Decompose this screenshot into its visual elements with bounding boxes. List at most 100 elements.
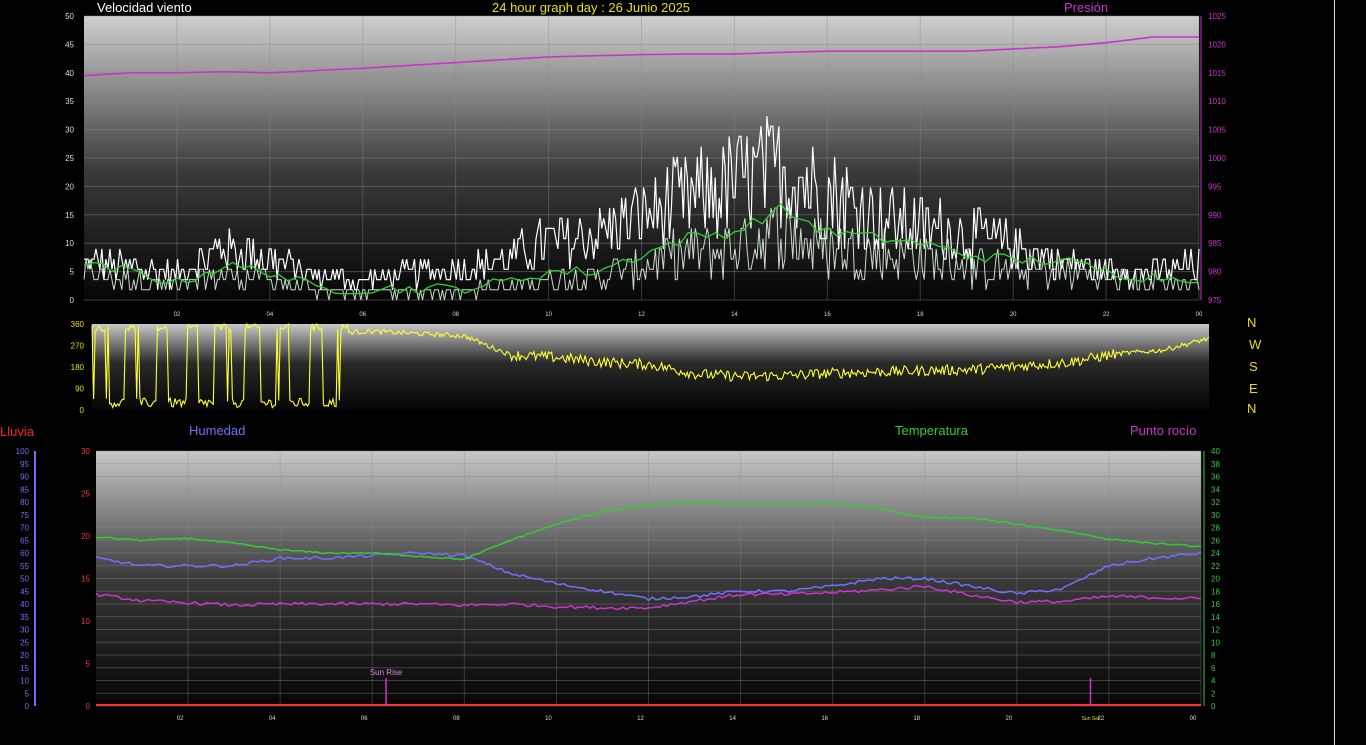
wind-x-tick-label: 04 xyxy=(266,312,273,318)
humidity-y-tick-label: 35 xyxy=(20,613,29,622)
direction-y-tick-label: 0 xyxy=(80,406,85,415)
temperature-y-tick-label: 34 xyxy=(1211,485,1220,494)
direction-y-tick-label: 90 xyxy=(75,385,84,394)
compass-e: E xyxy=(1249,381,1258,396)
temperature-y-tick-label: 40 xyxy=(1211,447,1220,456)
pressure-y-tick-label: 990 xyxy=(1208,211,1222,220)
climate-x-tick-label: 20 xyxy=(1005,716,1012,722)
climate-x-tick-label: 10 xyxy=(545,716,552,722)
compass-n-top: N xyxy=(1247,315,1257,330)
temperature-y-tick-label: 8 xyxy=(1211,651,1216,660)
temperature-y-tick-label: 0 xyxy=(1211,702,1216,711)
pressure-y-tick-label: 985 xyxy=(1208,239,1222,248)
compass-n-bottom: N xyxy=(1247,401,1257,416)
humidity-y-tick-label: 70 xyxy=(20,524,29,533)
humidity-y-tick-label: 30 xyxy=(20,626,29,635)
temperature-y-tick-label: 32 xyxy=(1211,498,1220,507)
direction-y-tick-label: 360 xyxy=(71,320,85,329)
wind-x-tick-label: 00 xyxy=(1196,312,1203,318)
wind-x-tick-label: 08 xyxy=(452,312,459,318)
wind-x-tick-label: 14 xyxy=(731,312,738,318)
humidity-y-tick-label: 0 xyxy=(25,702,30,711)
humidity-y-tick-label: 20 xyxy=(20,651,29,660)
temperature-y-tick-label: 36 xyxy=(1211,473,1220,482)
climate-x-tick-label: 02 xyxy=(177,716,184,722)
climate-x-tick-label: 14 xyxy=(729,716,736,722)
wind-x-tick-label: 16 xyxy=(824,312,831,318)
temperature-y-tick-label: 20 xyxy=(1211,575,1220,584)
climate-x-tick-label: 16 xyxy=(821,716,828,722)
temperature-title: Temperatura xyxy=(895,423,968,438)
wind-x-tick-label: 20 xyxy=(1010,312,1017,318)
wind-x-tick-label: 10 xyxy=(545,312,552,318)
pressure-y-tick-label: 1000 xyxy=(1208,154,1226,163)
climate-x-tick-label: 08 xyxy=(453,716,460,722)
wind-x-tick-label: 22 xyxy=(1103,312,1110,318)
humidity-y-tick-label: 15 xyxy=(20,664,29,673)
dewpoint-title: Punto rocío xyxy=(1130,423,1197,438)
humidity-y-tick-label: 50 xyxy=(20,575,29,584)
compass-w: W xyxy=(1249,337,1262,352)
temperature-y-tick-label: 14 xyxy=(1211,613,1220,622)
climate-x-tick-label: 04 xyxy=(269,716,276,722)
humidity-y-tick-label: 60 xyxy=(20,549,29,558)
wind-x-tick-label: 06 xyxy=(359,312,366,318)
sunrise-label: Sun Rise xyxy=(370,668,403,677)
climate-x-tick-label: 00 xyxy=(1190,716,1197,722)
wind-y-tick-label: 30 xyxy=(65,126,74,135)
pressure-y-tick-label: 975 xyxy=(1208,296,1222,305)
rain-y-tick-label: 10 xyxy=(81,617,90,626)
wind-speed-title: Velocidad viento xyxy=(97,0,192,15)
chart-date-title: 24 hour graph day : 26 Junio 2025 xyxy=(492,0,691,15)
pressure-y-tick-label: 980 xyxy=(1208,268,1222,277)
temperature-y-tick-label: 22 xyxy=(1211,562,1220,571)
wind-y-tick-label: 40 xyxy=(65,69,74,78)
rain-y-tick-label: 0 xyxy=(86,702,91,711)
temperature-y-tick-label: 6 xyxy=(1211,664,1216,673)
rain-title: Lluvia xyxy=(0,424,34,439)
humidity-title: Humedad xyxy=(189,423,246,438)
rain-y-tick-label: 20 xyxy=(81,532,90,541)
humidity-y-tick-label: 45 xyxy=(20,587,29,596)
temperature-y-tick-label: 4 xyxy=(1211,677,1216,686)
temperature-y-tick-label: 24 xyxy=(1211,549,1220,558)
right-edge-divider xyxy=(1334,0,1335,745)
temperature-y-tick-label: 16 xyxy=(1211,600,1220,609)
weather-graph-stage: 0 5 10 15 20 25 30 35 40 45 50 02 04 06 08 10 12 14 16 18 20… xyxy=(0,0,1366,745)
direction-y-tick-label: 270 xyxy=(71,342,85,351)
pressure-y-tick-label: 1025 xyxy=(1208,12,1226,21)
wind-x-tick-label: 02 xyxy=(174,312,181,318)
wind-y-tick-label: 10 xyxy=(65,239,74,248)
climate-x-tick-label: 12 xyxy=(637,716,644,722)
temperature-y-tick-label: 18 xyxy=(1211,587,1220,596)
humidity-y-tick-label: 100 xyxy=(16,447,30,456)
temperature-y-tick-label: 28 xyxy=(1211,524,1220,533)
wind-x-tick-label: 18 xyxy=(917,312,924,318)
rain-y-tick-label: 25 xyxy=(81,490,90,499)
rain-y-tick-label: 15 xyxy=(81,575,90,584)
wind-y-tick-label: 5 xyxy=(70,268,75,277)
temperature-y-tick-label: 12 xyxy=(1211,626,1220,635)
temperature-y-tick-label: 38 xyxy=(1211,460,1220,469)
rain-y-tick-label: 5 xyxy=(86,660,91,669)
temperature-y-tick-label: 30 xyxy=(1211,511,1220,520)
wind-x-tick-label: 12 xyxy=(638,312,645,318)
temperature-y-tick-label: 2 xyxy=(1211,689,1216,698)
wind-y-tick-label: 0 xyxy=(70,296,75,305)
climate-x-tick-label: 06 xyxy=(361,716,368,722)
humidity-y-tick-label: 25 xyxy=(20,638,29,647)
wind-y-tick-label: 15 xyxy=(65,211,74,220)
pressure-y-tick-label: 1010 xyxy=(1208,97,1226,106)
wind-y-tick-label: 50 xyxy=(65,12,74,21)
pressure-y-tick-label: 995 xyxy=(1208,182,1222,191)
pressure-title: Presión xyxy=(1064,0,1109,15)
weather-charts-svg: 0510152025303540455002 04 06 08 10 12 14 16 18 20… xyxy=(16,12,1227,722)
humidity-y-tick-label: 90 xyxy=(20,473,29,482)
humidity-y-tick-label: 75 xyxy=(20,511,29,520)
wind-y-tick-label: 25 xyxy=(65,154,74,163)
temperature-y-tick-label: 26 xyxy=(1211,536,1220,545)
pressure-y-tick-label: 1005 xyxy=(1208,126,1226,135)
pressure-y-tick-label: 1020 xyxy=(1208,40,1226,49)
humidity-y-tick-label: 65 xyxy=(20,536,29,545)
humidity-y-tick-label: 95 xyxy=(20,460,29,469)
